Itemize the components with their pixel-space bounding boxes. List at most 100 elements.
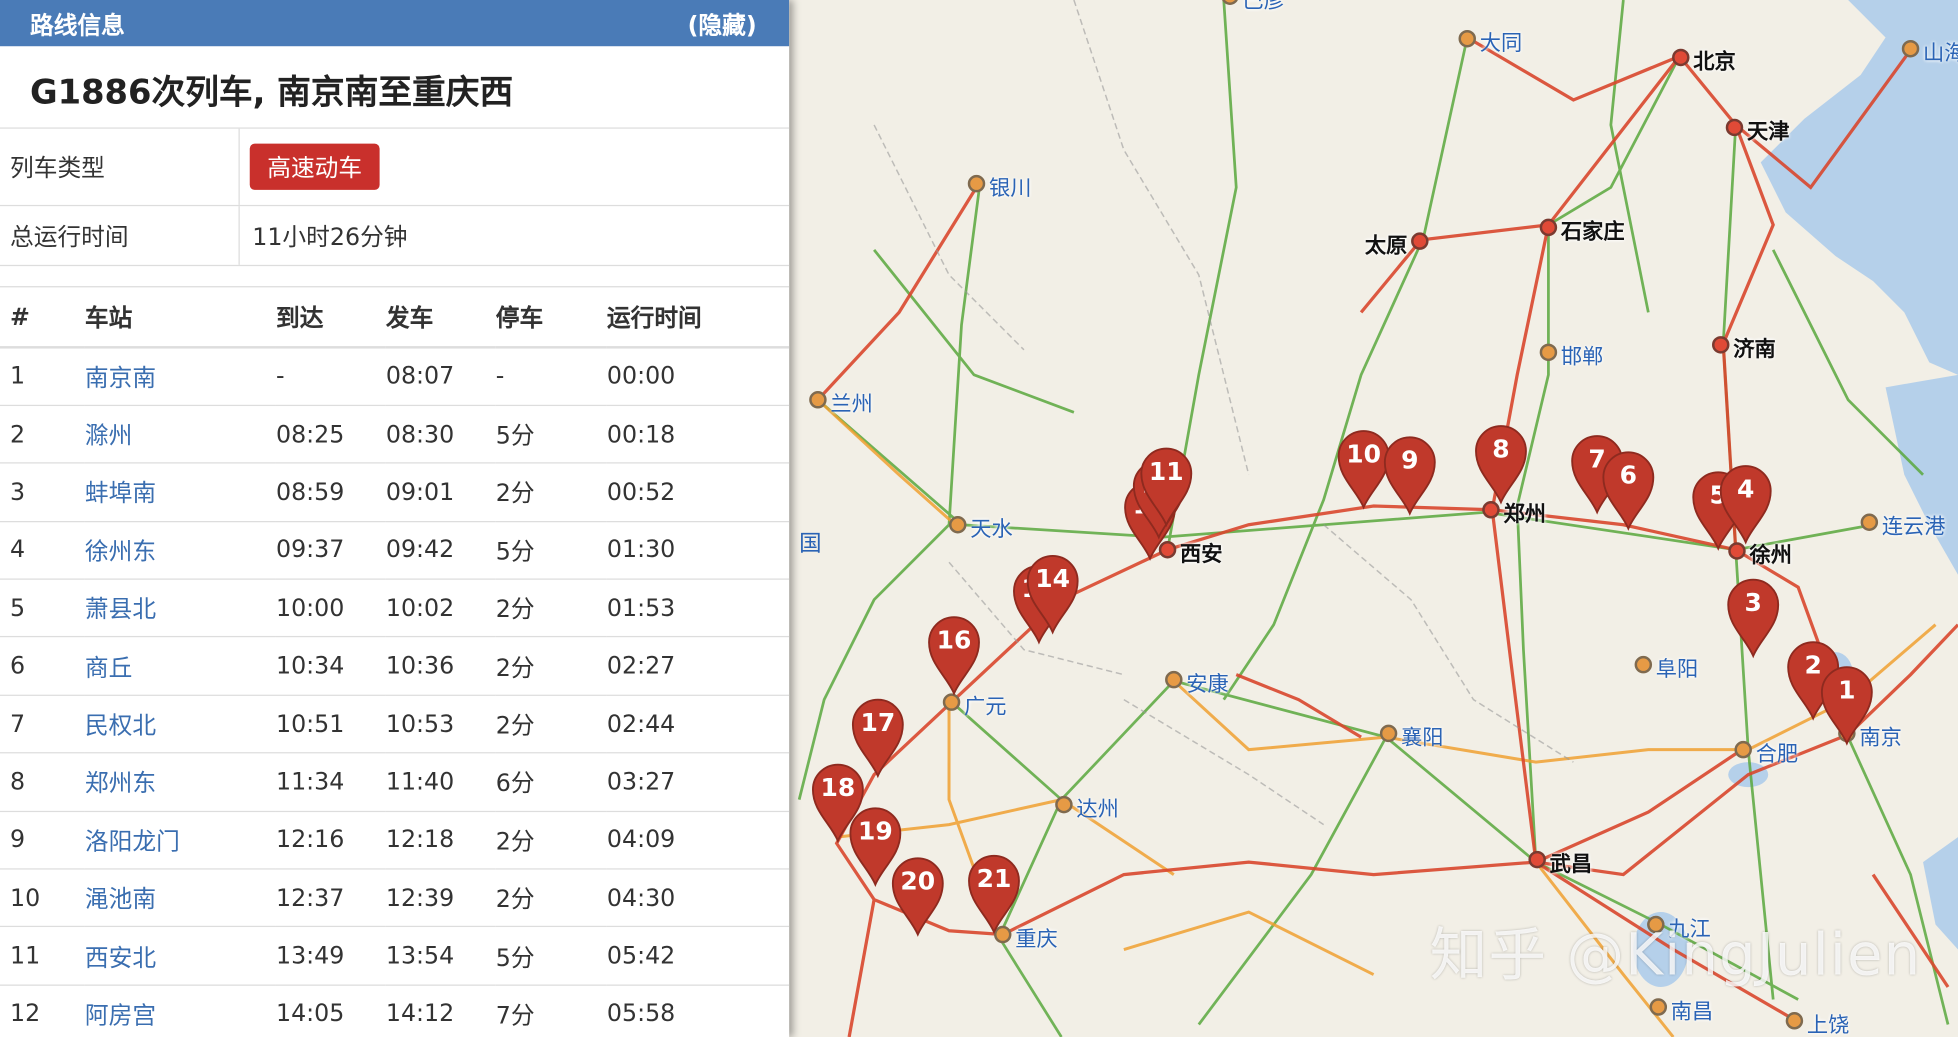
total-time-label: 总运行时间: [0, 206, 240, 265]
table-row: 10 渑池南 12:37 12:39 2分 04:30: [0, 868, 790, 928]
pin-number: 3: [1744, 587, 1762, 618]
row-index: 4: [0, 521, 85, 580]
col-header-runtime: 运行时间: [606, 287, 790, 349]
table-header-row: # 车站 到达 发车 停车 运行时间: [0, 287, 790, 349]
station-pin[interactable]: 21: [965, 852, 1022, 935]
city-dot-icon: [1649, 998, 1668, 1016]
station-pin[interactable]: 16: [925, 613, 982, 696]
city-label: 天津: [1746, 119, 1790, 145]
city-label: 巴彦: [1242, 0, 1285, 14]
row-index: 3: [0, 463, 85, 522]
run-time: 01:30: [606, 521, 790, 580]
station-link[interactable]: 蚌埠南: [85, 480, 156, 507]
city-dot-icon: [1712, 336, 1730, 354]
station-link[interactable]: 商丘: [85, 654, 132, 681]
table-row: 12 阿房宫 14:05 14:12 7分 05:58: [0, 984, 790, 1037]
depart-time: 08:07: [385, 347, 496, 406]
total-time-row: 总运行时间 11小时26分钟: [0, 206, 790, 267]
run-time: 02:44: [606, 695, 790, 754]
arrive-time: 13:49: [275, 926, 386, 986]
run-time: 00:00: [606, 347, 790, 406]
station-pin[interactable]: 8: [1472, 422, 1529, 505]
pin-number: 14: [1035, 563, 1071, 594]
city-dot-icon: [1411, 232, 1429, 250]
map-edge-label: 国: [799, 530, 822, 558]
city-dot-icon: [1725, 118, 1744, 137]
city-dot-icon: [1634, 655, 1653, 674]
station-pin[interactable]: 4: [1717, 462, 1774, 545]
station-link[interactable]: 渑池南: [85, 886, 156, 913]
city-dot-icon: [1528, 850, 1546, 869]
pin-number: 9: [1401, 444, 1419, 475]
city-dot-icon: [1672, 48, 1690, 67]
table-row: 2 滁州 08:25 08:30 5分 00:18: [0, 405, 790, 464]
station-pin[interactable]: 14: [1024, 552, 1081, 635]
table-row: 8 郑州东 11:34 11:40 6分 03:27: [0, 753, 790, 812]
depart-time: 10:53: [385, 695, 496, 754]
city-label: 安康: [1186, 672, 1229, 698]
stop-duration: 2分: [495, 695, 607, 754]
arrive-time: 10:34: [275, 637, 386, 696]
run-time: 00:52: [606, 463, 790, 522]
table-row: 4 徐州东 09:37 09:42 5分 01:30: [0, 521, 790, 580]
city-dot-icon: [1734, 740, 1752, 759]
arrive-time: 09:37: [275, 521, 386, 580]
city-dot-icon: [1379, 724, 1398, 743]
city-label: 大同: [1479, 31, 1523, 57]
station-link[interactable]: 阿房宫: [85, 1002, 156, 1029]
route-title: G1886次列车, 南京南至重庆西: [0, 46, 790, 129]
panel-title: 路线信息: [29, 12, 125, 40]
stop-duration: 5分: [495, 521, 607, 580]
city-dot-icon: [1539, 343, 1558, 362]
station-pin[interactable]: 1: [1818, 663, 1875, 746]
city-dot-icon: [949, 516, 967, 534]
depart-time: 11:40: [385, 753, 496, 812]
station-cell: 萧县北: [84, 579, 276, 638]
train-type-row: 列车类型 高速动车: [0, 128, 790, 207]
station-cell: 南京南: [84, 347, 276, 406]
station-pin[interactable]: 6: [1600, 449, 1657, 531]
arrive-time: 11:34: [275, 753, 386, 812]
depart-time: 10:02: [385, 579, 496, 638]
stop-duration: 2分: [495, 637, 607, 696]
city-dot-icon: [1539, 218, 1558, 237]
station-pin[interactable]: 11: [1138, 445, 1195, 528]
station-link[interactable]: 萧县北: [85, 596, 156, 623]
station-link[interactable]: 郑州东: [85, 770, 156, 797]
pin-number: 1: [1838, 674, 1856, 705]
station-pin[interactable]: 3: [1724, 576, 1781, 659]
depart-time: 13:54: [385, 926, 496, 986]
city-dot-icon: [809, 391, 827, 409]
stop-duration: 5分: [495, 926, 607, 986]
station-pin[interactable]: 9: [1381, 434, 1438, 516]
station-link[interactable]: 洛阳龙门: [85, 828, 180, 855]
stop-duration: 5分: [495, 405, 607, 464]
station-link[interactable]: 西安北: [85, 944, 156, 971]
row-index: 6: [0, 637, 85, 696]
table-row: 3 蚌埠南 08:59 09:01 2分 00:52: [0, 463, 790, 522]
stop-duration: 2分: [495, 463, 607, 522]
station-link[interactable]: 南京南: [85, 365, 156, 392]
station-link[interactable]: 滁州: [85, 422, 132, 449]
station-link[interactable]: 徐州东: [85, 538, 156, 565]
col-header-depart: 发车: [385, 287, 496, 349]
run-time: 05:58: [606, 984, 790, 1037]
pin-number: 11: [1148, 456, 1184, 487]
table-row: 6 商丘 10:34 10:36 2分 02:27: [0, 637, 790, 696]
station-pin[interactable]: 17: [849, 696, 906, 779]
train-type-label: 列车类型: [0, 128, 240, 205]
station-link[interactable]: 民权北: [85, 712, 156, 739]
city-label: 达州: [1076, 797, 1119, 823]
city-label: 天水: [970, 517, 1013, 543]
col-header-station: 车站: [84, 287, 276, 349]
pin-number: 21: [976, 863, 1012, 894]
watermark: 知乎 @KingJulien: [1429, 920, 1922, 989]
city-dot-icon: [1458, 29, 1476, 48]
hide-panel-button[interactable]: (隐藏): [688, 7, 757, 41]
row-index: 11: [0, 926, 85, 986]
city-label: 北京: [1693, 49, 1736, 75]
depart-time: 09:42: [385, 521, 496, 580]
station-cell: 蚌埠南: [84, 463, 276, 522]
row-index: 12: [0, 984, 85, 1037]
table-row: 7 民权北 10:51 10:53 2分 02:44: [0, 695, 790, 754]
